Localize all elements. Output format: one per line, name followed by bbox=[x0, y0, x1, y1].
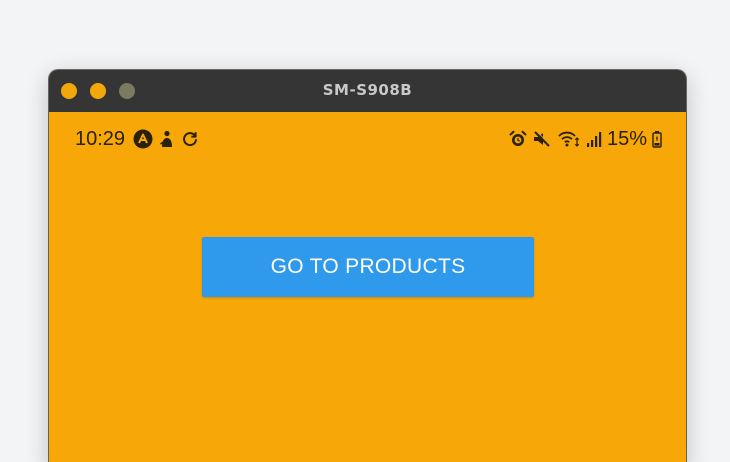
mute-icon bbox=[532, 130, 552, 148]
signal-icon bbox=[586, 130, 602, 148]
status-bar-right: 15% bbox=[509, 126, 662, 152]
status-bar-left: 10:29 bbox=[75, 126, 199, 152]
alarm-icon bbox=[509, 130, 527, 148]
window-title: SM-S908B bbox=[322, 81, 413, 99]
battery-percentage: 15% bbox=[606, 127, 647, 150]
window-titlebar[interactable]: SM-S908B bbox=[49, 70, 686, 112]
notification-person-icon bbox=[159, 130, 175, 148]
go-to-products-button[interactable]: GO TO PRODUCTS bbox=[202, 237, 534, 297]
battery-icon bbox=[652, 130, 662, 148]
status-time: 10:29 bbox=[75, 127, 126, 150]
wifi-icon bbox=[557, 130, 581, 148]
status-bar: 10:29 15% bbox=[49, 112, 686, 162]
emulator-window: SM-S908B 10:29 15% GO TO PRODUCTS bbox=[49, 70, 686, 462]
desktop-background: SM-S908B 10:29 15% GO TO PRODUCTS bbox=[0, 0, 730, 462]
device-screen: 10:29 15% GO TO PRODUCTS bbox=[49, 112, 686, 462]
sync-icon bbox=[181, 130, 199, 148]
app-a-icon bbox=[133, 129, 153, 149]
